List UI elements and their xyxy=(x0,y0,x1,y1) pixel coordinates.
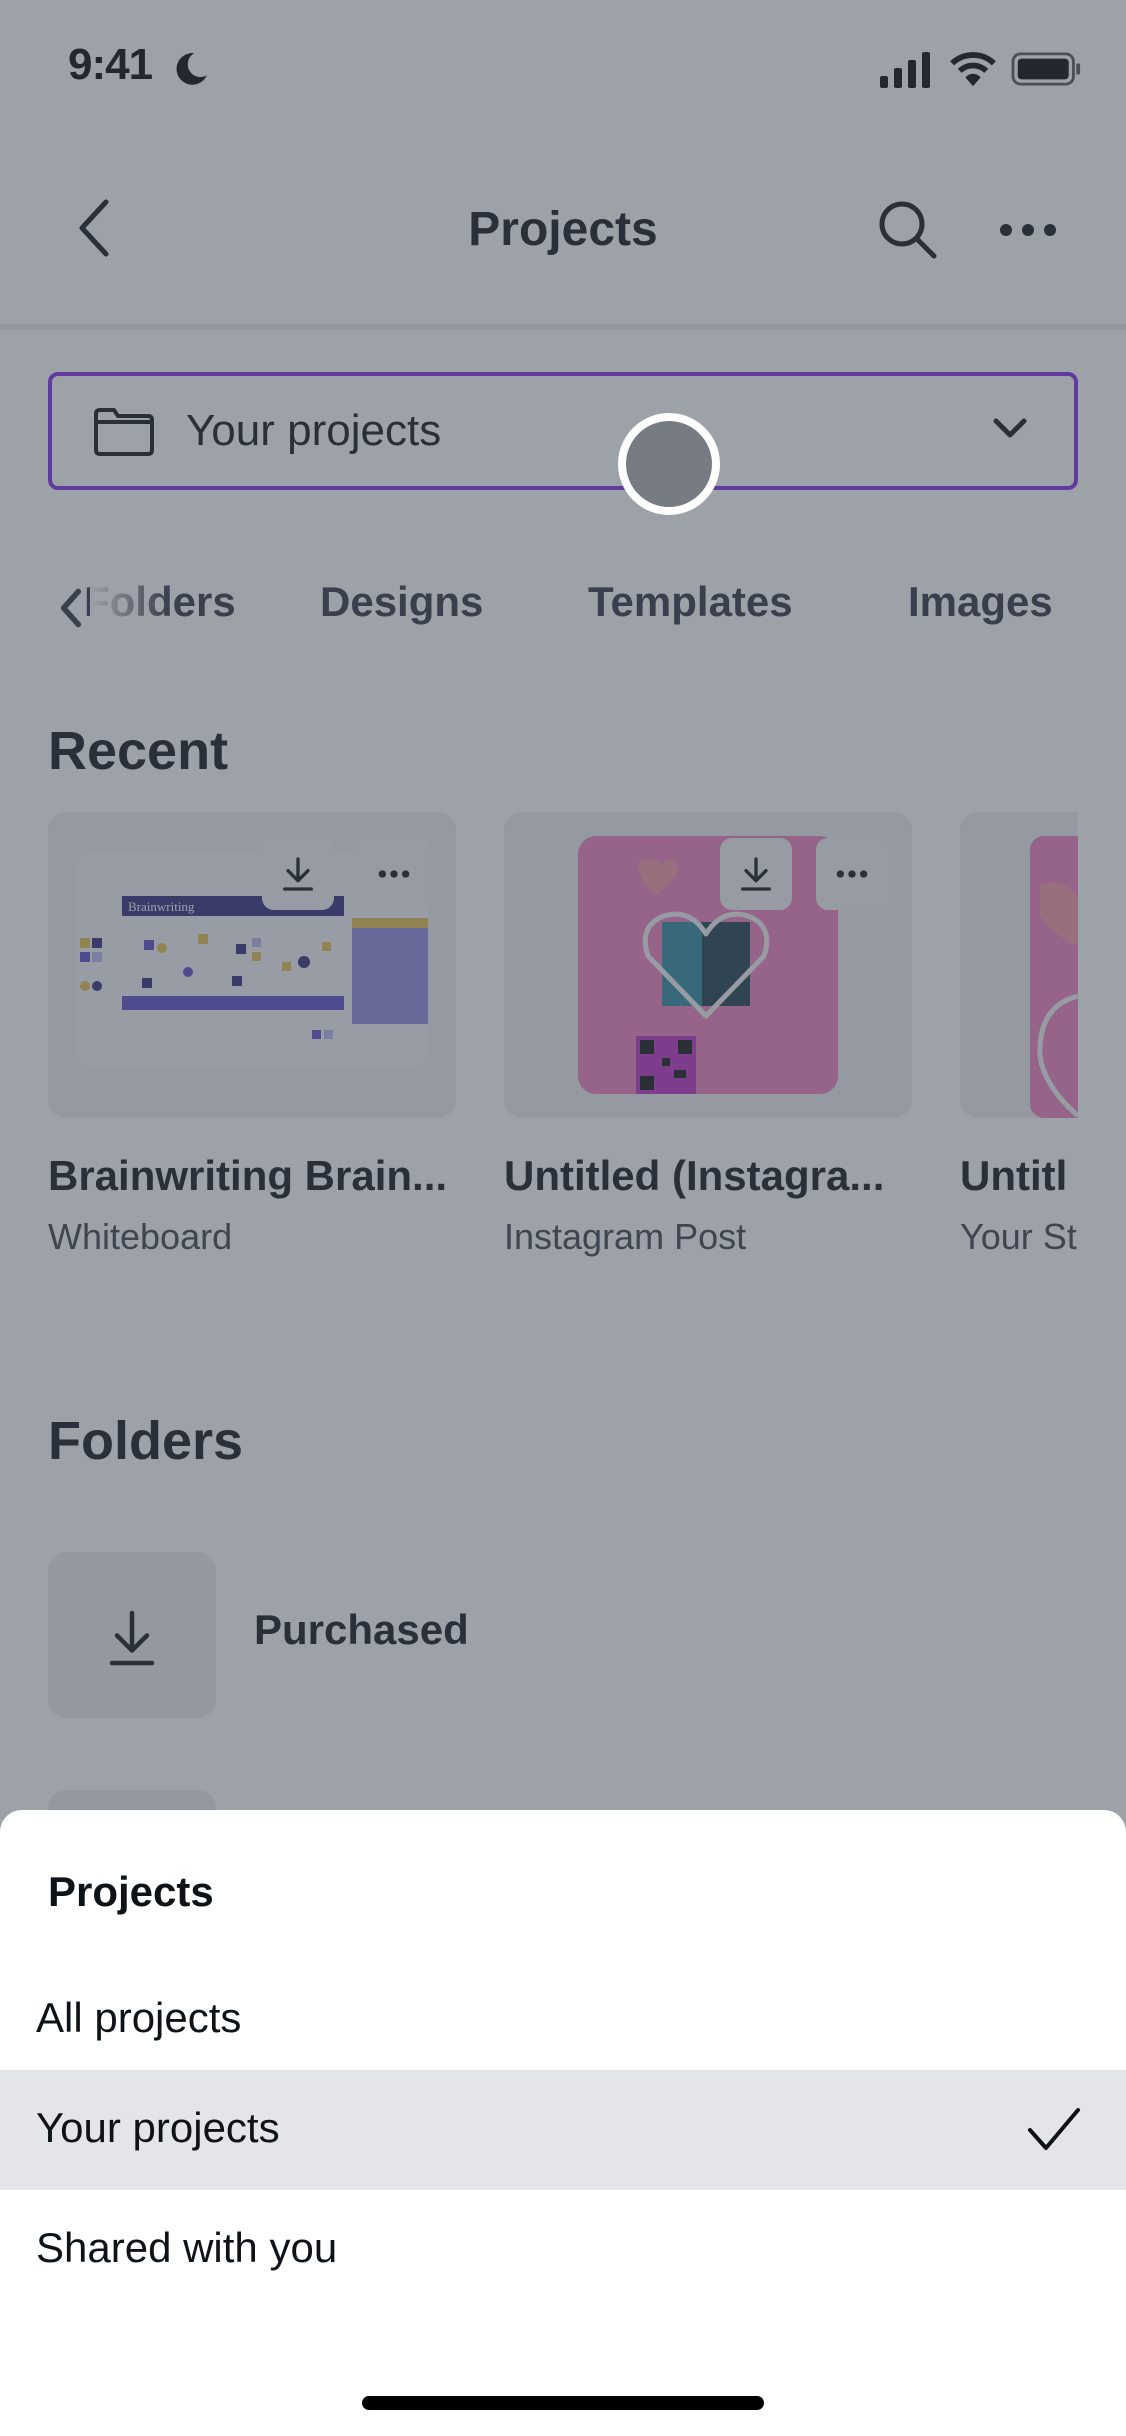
sheet-option-shared-with-you[interactable]: Shared with you xyxy=(0,2190,1126,2310)
sheet-option-all-projects[interactable]: All projects xyxy=(0,1960,1126,2080)
sheet-title: Projects xyxy=(48,1868,214,1915)
option-label: Your projects xyxy=(36,2104,280,2151)
home-indicator xyxy=(362,2396,764,2410)
option-label: All projects xyxy=(36,1994,242,2041)
projects-bottom-sheet: Projects All projects Your projects Shar… xyxy=(0,1810,1126,2436)
projects-screen: 9:41 Projects xyxy=(0,0,1126,2436)
checkmark-icon xyxy=(1028,2108,1080,2150)
option-label: Shared with you xyxy=(36,2224,338,2271)
sheet-option-your-projects[interactable]: Your projects xyxy=(0,2070,1126,2190)
touch-indicator xyxy=(618,413,720,515)
